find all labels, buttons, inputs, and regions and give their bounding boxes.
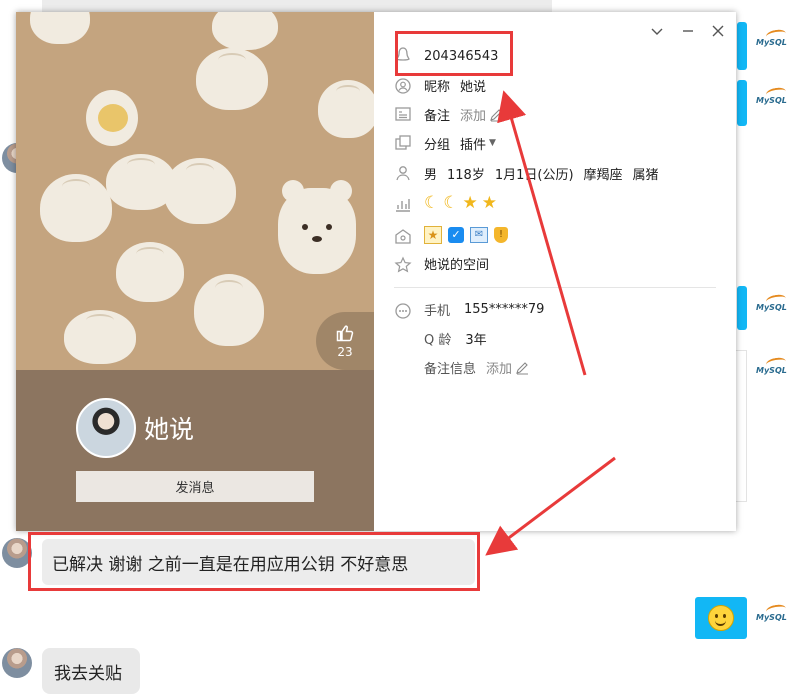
pencil-icon[interactable] [515,360,530,375]
gender-value: 男 [424,167,438,183]
own-message-bubble [737,22,747,70]
level-chart-icon [396,199,410,212]
remark-row: 备注 添加 [424,103,504,125]
mysql-avatar-icon[interactable]: MySQL [754,28,791,54]
nickname-row: 昵称 她说 [424,74,486,96]
group-row: 分组 插件 ▼ [424,132,496,154]
caret-down-icon[interactable]: ▼ [489,138,496,148]
q-age-label: Q 龄 [424,332,452,348]
q-age-row: Q 龄 3年 [424,327,487,349]
more-info-icon [395,303,411,319]
star-icon: ★ [462,193,478,213]
profile-avatar[interactable] [76,398,136,458]
star-icon: ★ [481,193,497,213]
bun-decoration [116,242,184,302]
phone-row: 手机 155******79 [424,298,544,320]
bun-decoration [318,80,374,138]
qzone-row[interactable]: 她说的空间 [424,252,489,274]
profile-footer [16,370,374,531]
bun-decoration [212,12,278,50]
phone-value: 155******79 [464,301,545,317]
info-divider [394,287,716,288]
remark-info-row: 备注信息 添加 [424,356,530,378]
birthday-value: 1月1日(公历) [494,167,574,183]
qzone-link[interactable]: 她说的空间 [424,254,489,273]
remark-add-link[interactable]: 添加 [460,105,486,124]
zodiac-value: 摩羯座 [583,167,623,183]
mysql-avatar-icon[interactable]: MySQL [754,293,791,319]
nickname-value: 她说 [460,79,487,95]
like-button[interactable]: 23 [316,312,374,370]
remark-info-label: 备注信息 [424,361,477,377]
security-badge-icon[interactable]: ! [494,227,508,243]
group-icon [395,135,411,150]
age-value: 118岁 [447,167,485,183]
basic-info-row: 男 118岁 1月1日(公历) 摩羯座 属猪 [424,162,659,184]
highlight-box-qq-number [395,31,513,76]
mysql-avatar-icon[interactable]: MySQL [754,356,791,382]
shield-icon[interactable]: ✓ [448,227,464,243]
bun-decoration [196,48,268,110]
contact-avatar[interactable] [2,648,32,678]
bun-decoration [164,158,236,224]
moon-icon: ☾ [424,193,440,213]
chevron-down-icon[interactable] [650,24,664,38]
vip-star-icon[interactable]: ★ [424,226,442,244]
nickname-label: 昵称 [424,79,451,95]
thumbs-up-icon [336,325,354,342]
mysql-avatar-icon[interactable]: MySQL [754,603,791,629]
bun-decoration [40,174,112,242]
pencil-icon[interactable] [489,107,504,122]
group-label: 分组 [424,137,451,153]
remark-info-add-link[interactable]: 添加 [486,358,512,377]
person-icon [396,166,410,181]
moon-icon: ☾ [443,193,459,213]
chat-top-strip [42,0,552,12]
profile-display-name: 她说 [144,415,195,444]
own-message-bubble [737,286,747,330]
star-outline-icon [394,256,412,273]
mail-icon[interactable]: ✉ [470,227,488,243]
own-message-bubble [737,80,747,126]
own-message-bubble [695,597,747,639]
service-badges-row: ★ ✓ ✉ ! [424,224,508,246]
like-count: 23 [337,345,353,359]
profile-card: 23 她说 发消息 [16,12,736,531]
qq-level-row: ☾ ☾ ★ ★ [424,192,497,214]
minimize-icon[interactable] [681,24,695,38]
highlight-box-message [28,532,480,591]
close-icon[interactable] [711,24,725,38]
q-age-value: 3年 [465,332,487,348]
egg-decoration [86,90,138,146]
id-card-icon [395,107,411,121]
chinese-zodiac-value: 属猪 [632,167,659,183]
bun-decoration [194,274,264,346]
mysql-avatar-icon[interactable]: MySQL [754,86,791,112]
remark-label: 备注 [424,108,451,124]
message-frame [736,350,747,502]
phone-label: 手机 [424,303,451,319]
bear-decoration [278,180,356,274]
smiley-emoji-icon [708,605,734,631]
user-circle-icon [395,78,411,94]
group-dropdown[interactable]: 插件 [460,134,486,153]
house-badge-icon [395,229,411,244]
bun-decoration [64,310,136,364]
send-message-button[interactable]: 发消息 [76,471,314,502]
profile-cover: 23 她说 发消息 [16,12,374,531]
chat-message-bubble: 我去关贴 [42,648,140,694]
bun-decoration [30,12,90,44]
